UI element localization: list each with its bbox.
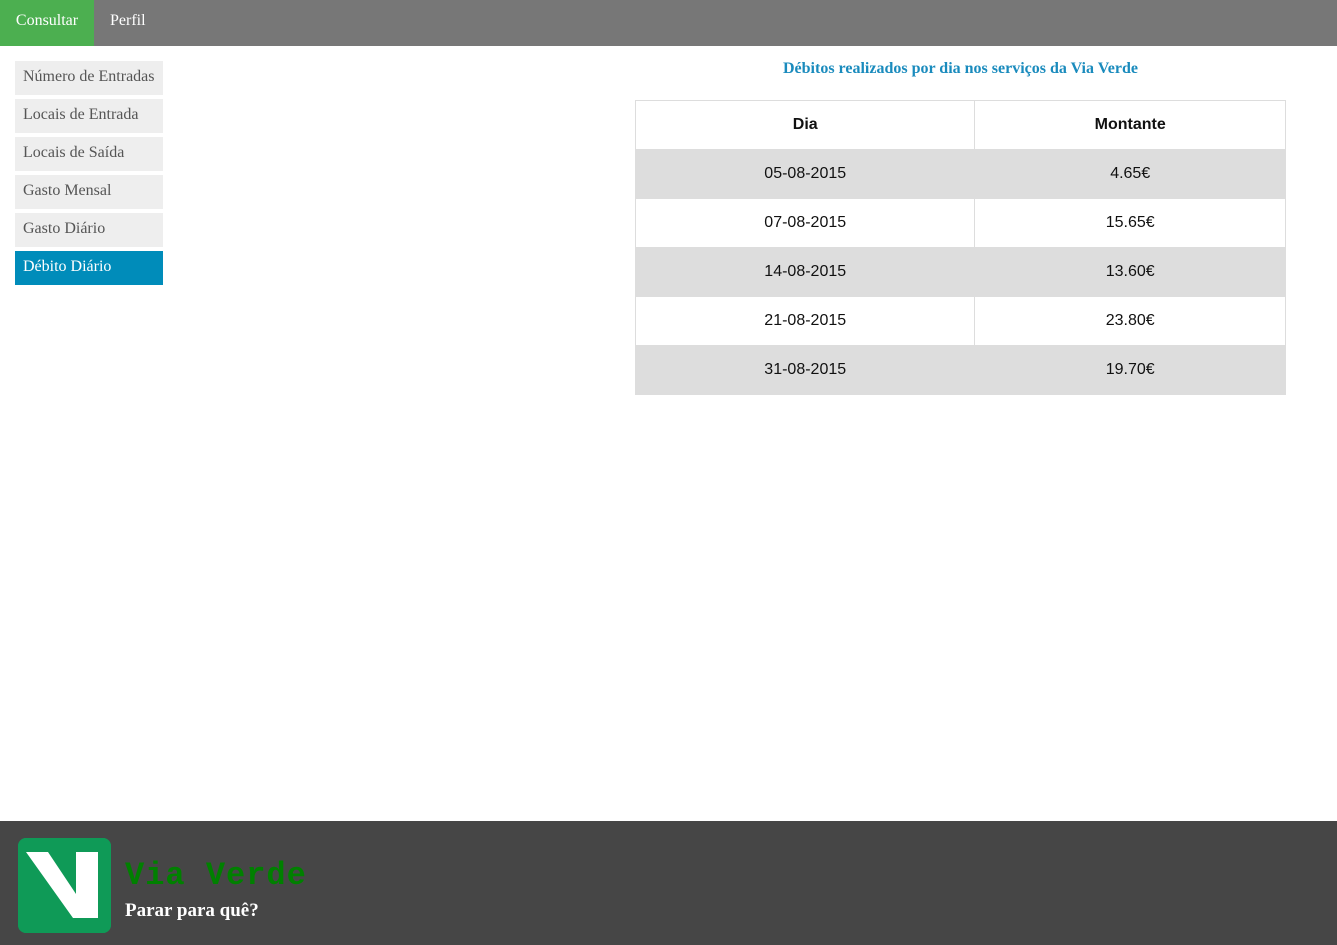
- sidebar-item-numero-de-entradas[interactable]: Número de Entradas: [15, 61, 163, 95]
- sidebar-item-gasto-diario[interactable]: Gasto Diário: [15, 213, 163, 247]
- cell-dia: 14-08-2015: [634, 247, 976, 297]
- table-row: 31-08-2015 19.70€: [634, 345, 1286, 395]
- table-row: 05-08-2015 4.65€: [634, 149, 1286, 199]
- cell-montante: 19.70€: [974, 345, 1286, 395]
- column-header-dia: Dia: [634, 100, 976, 150]
- table-row: 14-08-2015 13.60€: [634, 247, 1286, 297]
- cell-dia: 05-08-2015: [634, 149, 976, 199]
- table-header-row: Dia Montante: [634, 100, 1286, 150]
- table-row: 21-08-2015 23.80€: [634, 296, 1286, 346]
- brand-name: Via Verde: [125, 857, 307, 894]
- cell-montante: 23.80€: [974, 296, 1286, 346]
- cell-dia: 21-08-2015: [634, 296, 976, 346]
- sidebar-menu: Número de Entradas Locais de Entrada Loc…: [15, 61, 163, 289]
- sidebar-item-debito-diario[interactable]: Débito Diário: [15, 251, 163, 285]
- cell-dia: 07-08-2015: [634, 198, 976, 248]
- cell-montante: 15.65€: [974, 198, 1286, 248]
- nav-tab-consultar[interactable]: Consultar: [0, 0, 94, 46]
- debits-table: Dia Montante 05-08-2015 4.65€ 07-08-2015…: [634, 100, 1286, 395]
- sidebar-item-locais-de-entrada[interactable]: Locais de Entrada: [15, 99, 163, 133]
- logo-v-glyph: [18, 838, 111, 933]
- nav-tab-perfil[interactable]: Perfil: [94, 0, 146, 46]
- cell-dia: 31-08-2015: [634, 345, 976, 395]
- cell-montante: 4.65€: [974, 149, 1286, 199]
- page-title: Débitos realizados por dia nos serviços …: [783, 60, 1138, 77]
- sidebar-item-gasto-mensal[interactable]: Gasto Mensal: [15, 175, 163, 209]
- footer: Via Verde Parar para quê?: [0, 821, 1337, 945]
- sidebar-item-locais-de-saida[interactable]: Locais de Saída: [15, 137, 163, 171]
- column-header-montante: Montante: [974, 100, 1286, 150]
- top-navigation-bar: Consultar Perfil: [0, 0, 1337, 46]
- via-verde-v-logo-icon: [18, 838, 111, 933]
- cell-montante: 13.60€: [974, 247, 1286, 297]
- table-row: 07-08-2015 15.65€: [634, 198, 1286, 248]
- brand-tagline: Parar para quê?: [125, 900, 259, 921]
